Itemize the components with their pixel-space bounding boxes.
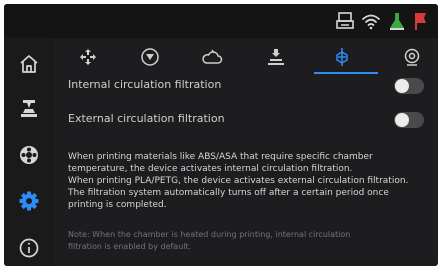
sidebar-item-filament[interactable] (12, 138, 46, 172)
move-axes-icon (80, 49, 96, 65)
bed-level-icon (268, 49, 284, 65)
external-filtration-row: External circulation filtration (68, 110, 424, 132)
filtration-icon (336, 48, 348, 66)
user-icon[interactable] (386, 10, 408, 32)
sidebar-item-settings[interactable] (12, 184, 46, 218)
wifi-icon[interactable] (360, 10, 382, 32)
printer-screen: Internal circulation filtration External… (4, 4, 438, 266)
camera-icon (404, 48, 420, 66)
sidebar-item-home[interactable] (12, 47, 46, 81)
internal-filtration-row: Internal circulation filtration (68, 76, 424, 98)
description-line: When printing materials like ABS/ASA tha… (68, 152, 373, 162)
toggle-knob (395, 113, 409, 127)
tab-bed-level[interactable] (256, 42, 296, 72)
tab-filtration[interactable] (322, 42, 362, 72)
external-filtration-toggle[interactable] (394, 112, 424, 128)
description-line: temperature, the device activates intern… (68, 164, 353, 174)
home-icon (20, 55, 38, 73)
flag-icon[interactable] (410, 10, 432, 32)
settings-tabs (54, 38, 438, 76)
note-line: filtration is enabled by default. (68, 241, 192, 251)
internal-filtration-label: Internal circulation filtration (68, 78, 222, 91)
toggle-knob (395, 79, 409, 93)
print-bed-icon (21, 100, 37, 117)
tab-nozzle[interactable] (130, 42, 170, 72)
tab-camera[interactable] (392, 42, 432, 72)
status-bar (4, 4, 438, 38)
sidebar-item-info[interactable] (12, 231, 46, 265)
description-line: The filtration system automatically turn… (68, 188, 389, 198)
fan-cloud-icon (202, 49, 223, 64)
printer-icon[interactable] (334, 10, 356, 32)
tab-fan[interactable] (192, 42, 232, 72)
internal-filtration-toggle[interactable] (394, 78, 424, 94)
active-tab-indicator (314, 72, 378, 74)
settings-icon (19, 191, 39, 211)
description-line: printing is completed. (68, 200, 167, 210)
sidebar-item-print[interactable] (12, 92, 46, 126)
filtration-description: When printing materials like ABS/ASA tha… (68, 151, 436, 211)
description-line: When printing PLA/PETG, the device activ… (68, 176, 409, 186)
external-filtration-label: External circulation filtration (68, 112, 225, 125)
info-icon (19, 238, 39, 258)
nozzle-icon (141, 48, 159, 66)
tab-move[interactable] (68, 42, 108, 72)
note-line: Note: When the chamber is heated during … (68, 230, 351, 239)
filtration-note: Note: When the chamber is heated during … (68, 229, 436, 252)
filament-icon (20, 146, 38, 164)
sidebar (4, 38, 54, 266)
